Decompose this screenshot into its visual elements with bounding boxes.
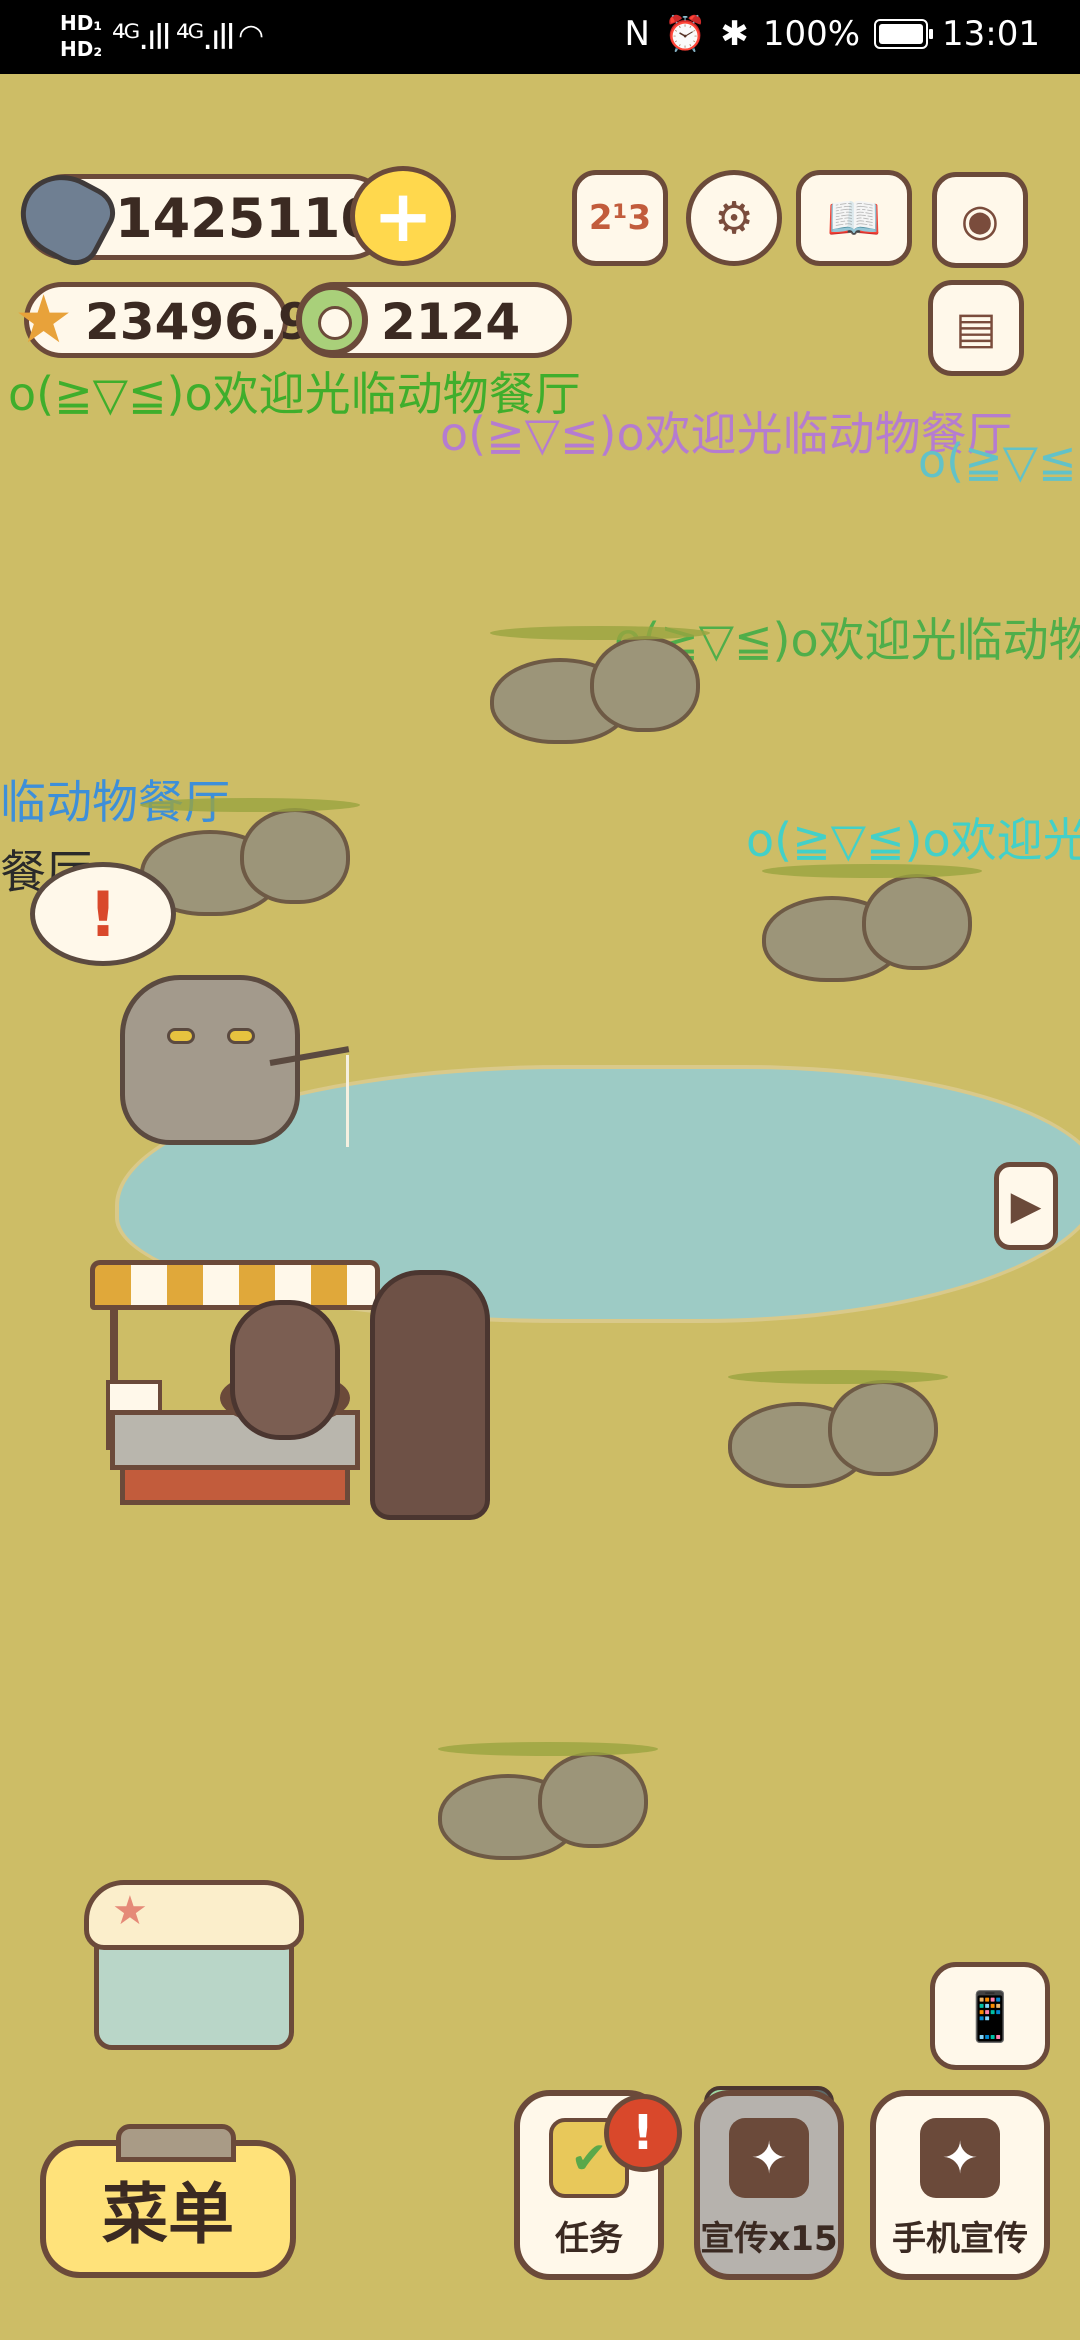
phone-promo-label: 手机宣传	[892, 2219, 1028, 2259]
stall-counter-front	[120, 1465, 350, 1505]
ranking-button[interactable]: 2¹3	[572, 170, 668, 266]
exclamation-icon: !	[88, 877, 118, 951]
recipe-book-icon: 📖	[826, 193, 882, 244]
alarm-icon: ⏰	[663, 14, 707, 54]
bear-customer[interactable]	[370, 1270, 490, 1520]
camera-button[interactable]: ◉	[932, 172, 1028, 268]
sim-indicators: HD₁ HD₂	[60, 10, 102, 62]
menu-button[interactable]: 菜单	[40, 2124, 296, 2278]
starfish-icon: ★	[112, 1888, 148, 1934]
clover-coin-icon	[296, 284, 368, 356]
signal-icon-1: ⁴ᴳ.ıll	[112, 18, 171, 58]
alert-bubble[interactable]: !	[30, 862, 176, 966]
task-label: 任务	[555, 2219, 623, 2259]
nfc-icon: N	[624, 14, 650, 54]
settings-gear-icon: ⚙	[714, 192, 754, 244]
bluetooth-icon: ✱	[720, 14, 749, 54]
next-area-button[interactable]: ▶	[994, 1162, 1058, 1250]
newspaper-icon: ▤	[955, 302, 997, 354]
plus-icon: +	[372, 174, 434, 258]
danmaku-message: o(≧▽≦)	[918, 434, 1080, 488]
danmaku-message: o(≧▽≦)o欢迎光	[746, 813, 1080, 867]
clock: 13:01	[942, 14, 1040, 54]
menu-label: 菜单	[102, 2176, 234, 2253]
battery-icon	[874, 19, 934, 49]
ticket-count: 2124	[381, 293, 521, 351]
newspaper-button[interactable]: ▤	[928, 280, 1024, 376]
share-button[interactable]: 📱	[930, 1962, 1050, 2070]
hd1-badge: HD₁	[60, 11, 103, 35]
stall-awning	[90, 1260, 380, 1310]
promo-card-icon: ✦	[729, 2118, 809, 2198]
camera-icon: ◉	[960, 194, 1000, 246]
badger-chef[interactable]	[230, 1300, 340, 1440]
status-bar: HD₁ HD₂ ⁴ᴳ.ıll ⁴ᴳ.ıll ◠ N ⏰ ✱ 100% 13:01	[0, 0, 1080, 74]
promo-label: 宣传x15	[700, 2219, 838, 2259]
hd2-badge: HD₂	[60, 37, 103, 61]
promo-button[interactable]: ✦ 宣传x15	[694, 2090, 844, 2280]
fish-tank[interactable]: ★	[84, 1880, 304, 2060]
phone-promo-icon: ✦	[920, 2118, 1000, 2198]
task-alert-badge: !	[604, 2094, 682, 2172]
star-icon: ★	[14, 281, 74, 358]
fishing-line	[346, 1055, 349, 1147]
star-count: 23496.9	[85, 293, 313, 351]
wifi-icon: ◠	[238, 18, 264, 53]
settings-button[interactable]: ⚙	[686, 170, 782, 266]
status-right: N ⏰ ✱ 100% 13:01	[625, 14, 1040, 54]
phone-promo-button[interactable]: ✦ 手机宣传	[870, 2090, 1050, 2280]
ranking-icon: 2¹3	[588, 198, 652, 238]
recipe-book-button[interactable]: 📖	[796, 170, 912, 266]
chevron-right-icon: ▶	[1010, 1183, 1042, 1229]
phone-share-icon: 📱	[960, 1988, 1020, 2045]
battery-percent: 100%	[762, 14, 861, 54]
signal-icon-2: ⁴ᴳ.ıll	[176, 18, 235, 58]
add-fish-button[interactable]: +	[350, 166, 456, 266]
